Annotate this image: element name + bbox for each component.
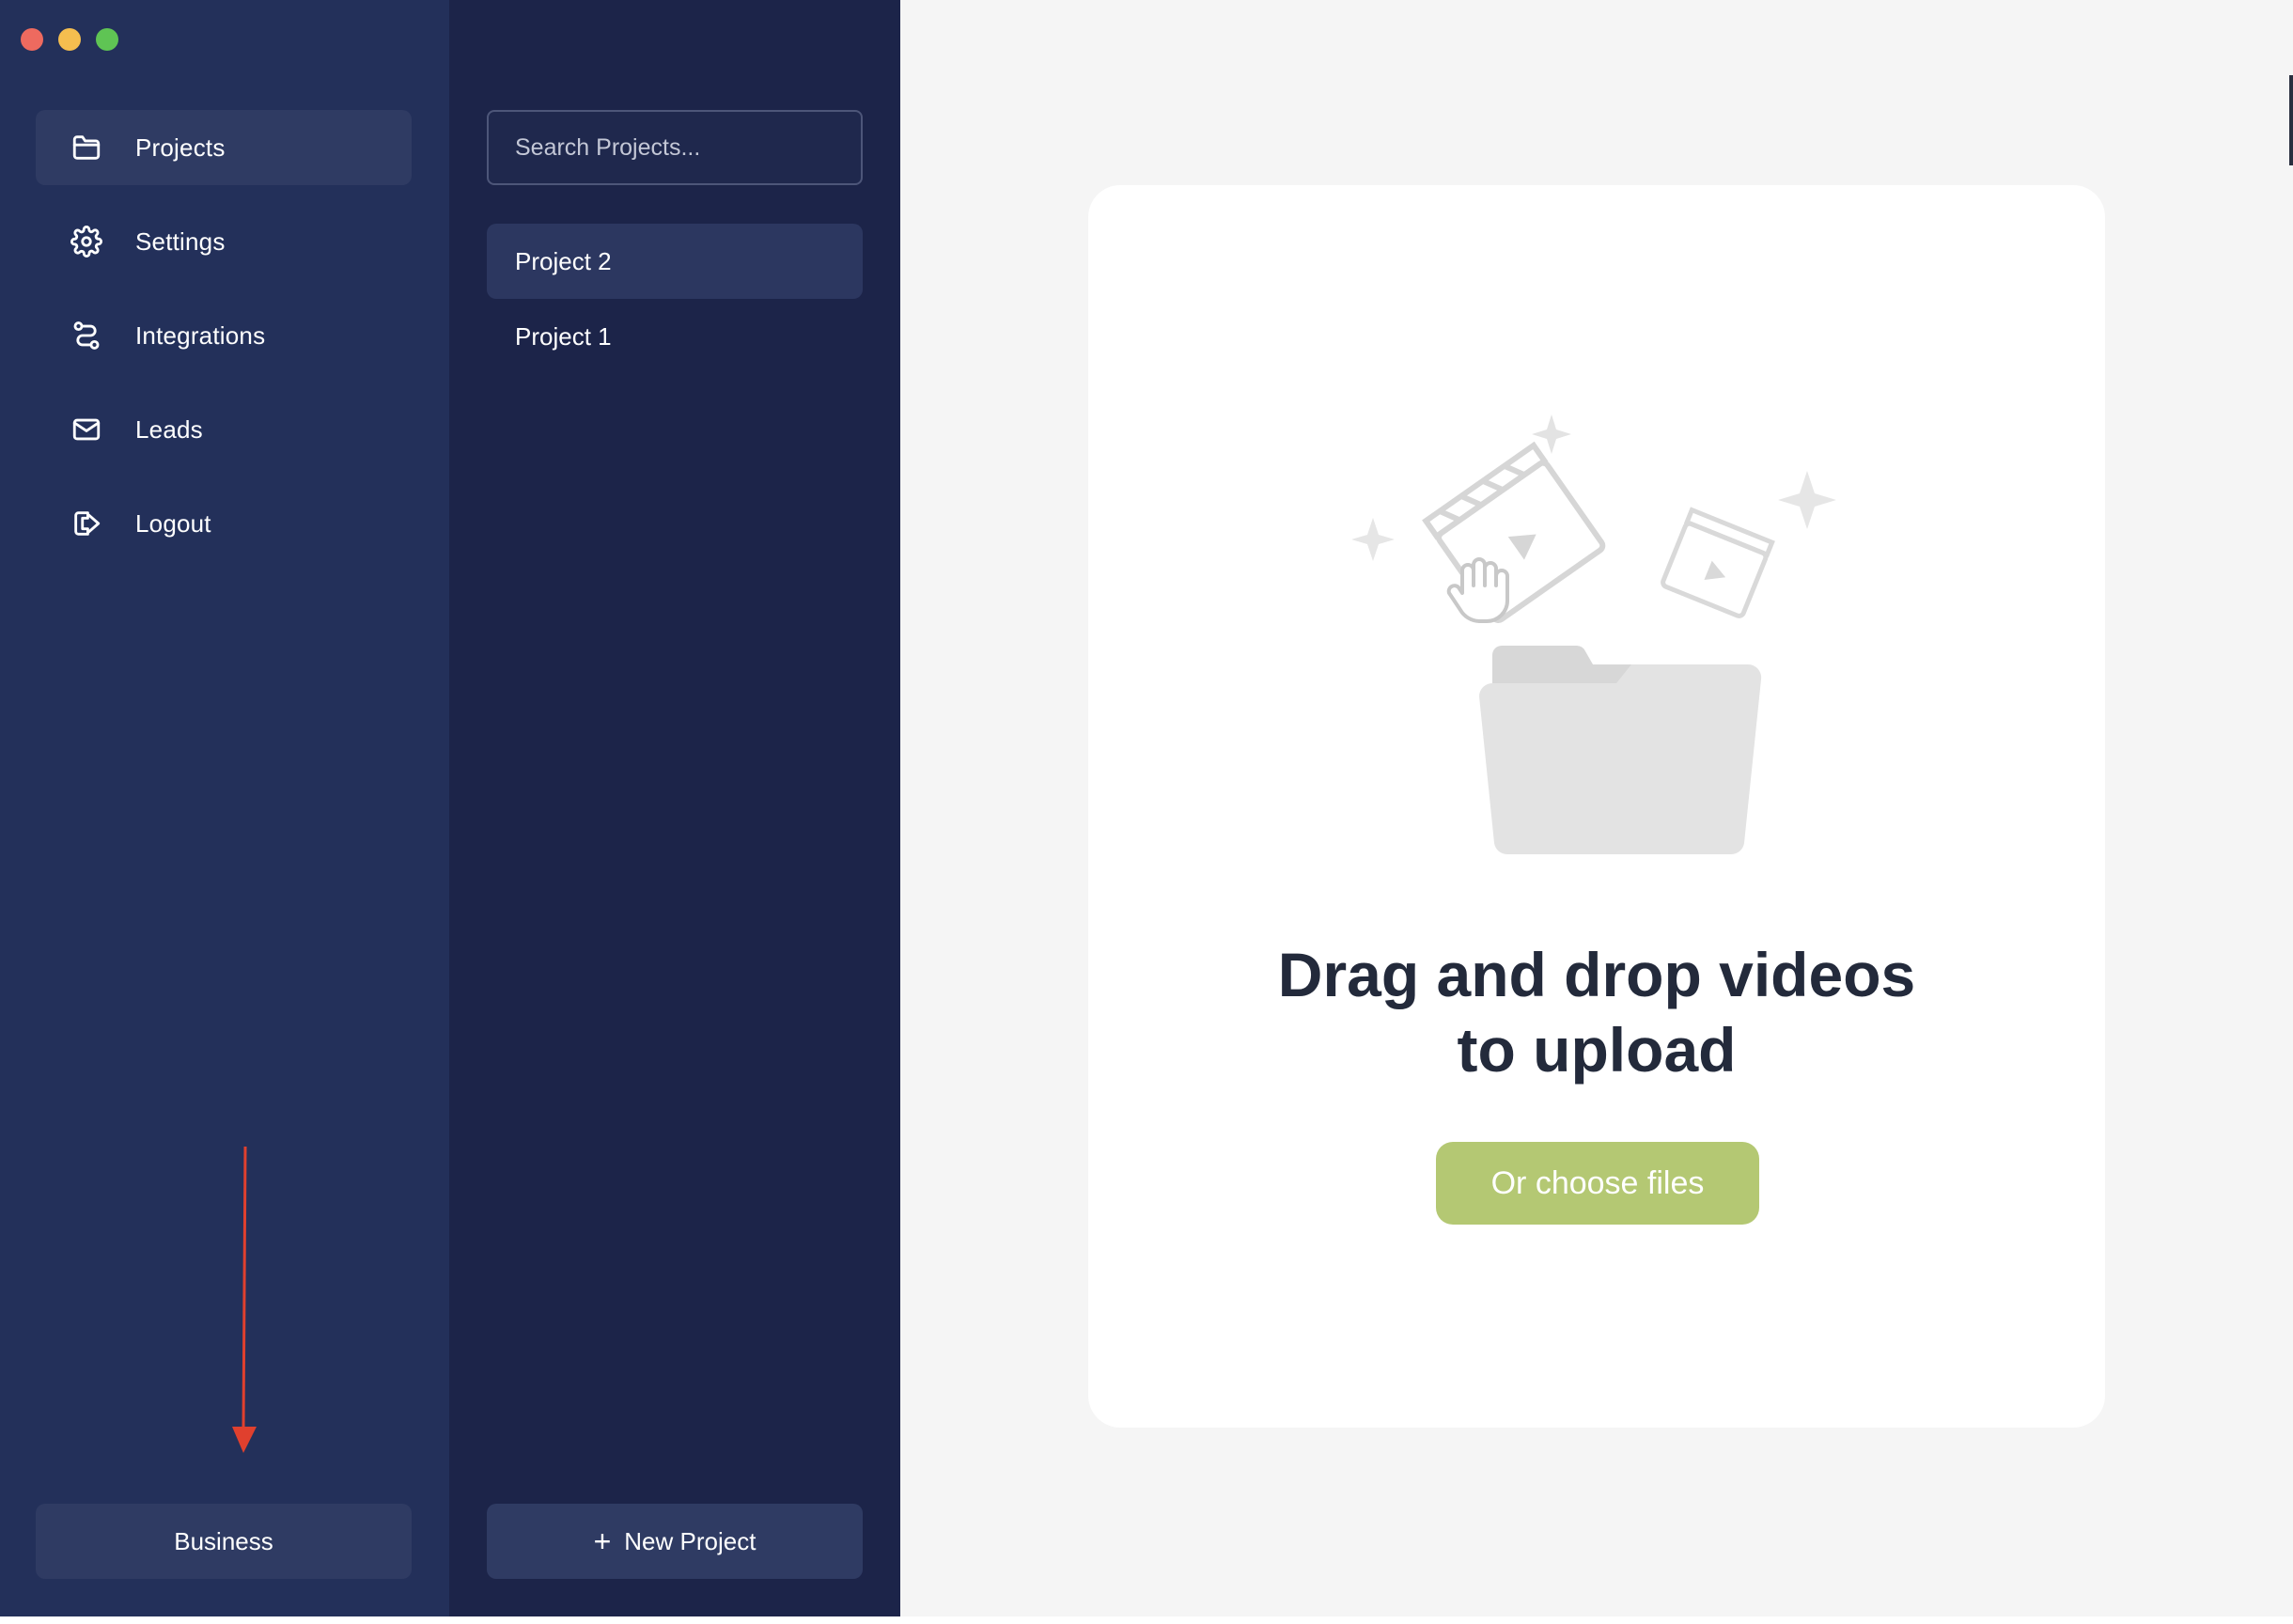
project-item-project-1[interactable]: Project 1 <box>487 299 863 374</box>
choose-files-button[interactable]: Or choose files <box>1436 1142 1759 1225</box>
window-controls <box>21 28 118 51</box>
sidebar-item-settings[interactable]: Settings <box>36 204 412 279</box>
sidebar: Projects Settings Integrations Leads Log… <box>0 0 449 1616</box>
project-item-project-2[interactable]: Project 2 <box>487 224 863 299</box>
route-icon <box>70 319 103 352</box>
upload-headline-line-2: to upload <box>1457 1015 1737 1085</box>
sidebar-item-integrations[interactable]: Integrations <box>36 298 412 373</box>
main-content: Drag and drop videos to upload Or choose… <box>900 0 2293 1616</box>
sidebar-item-leads[interactable]: Leads <box>36 392 412 467</box>
new-project-label: New Project <box>624 1526 757 1555</box>
maximize-window-button[interactable] <box>96 28 118 51</box>
sidebar-item-label: Projects <box>135 133 226 162</box>
sidebar-item-label: Leads <box>135 414 203 444</box>
bottom-strip <box>0 1616 2293 1624</box>
projects-panel: Project 2 Project 1 + New Project <box>449 0 900 1616</box>
project-list: Project 2 Project 1 <box>487 224 863 374</box>
sidebar-item-label: Logout <box>135 508 211 538</box>
new-project-button[interactable]: + New Project <box>487 1504 863 1579</box>
upload-dropzone[interactable]: Drag and drop videos to upload Or choose… <box>1088 185 2105 1428</box>
close-window-button[interactable] <box>21 28 43 51</box>
annotation-arrow-icon <box>232 1147 257 1453</box>
sidebar-item-label: Settings <box>135 226 226 256</box>
upload-headline-line-1: Drag and drop videos <box>1277 940 1916 1009</box>
minimize-window-button[interactable] <box>58 28 81 51</box>
app-window: Projects Settings Integrations Leads Log… <box>0 0 2293 1616</box>
sidebar-item-projects[interactable]: Projects <box>36 110 412 185</box>
sidebar-item-logout[interactable]: Logout <box>36 486 412 561</box>
window-edge-marker <box>2289 75 2293 165</box>
logout-icon <box>70 507 103 540</box>
sidebar-item-label: Integrations <box>135 320 266 350</box>
business-button[interactable]: Business <box>36 1504 412 1579</box>
sidebar-nav: Projects Settings Integrations Leads Log… <box>36 110 412 580</box>
mail-icon <box>70 413 103 446</box>
gear-icon <box>70 225 103 258</box>
upload-headline: Drag and drop videos to upload <box>1088 937 2105 1087</box>
search-projects-input[interactable] <box>487 110 863 185</box>
upload-illustration-icon <box>1351 414 1836 855</box>
plus-icon: + <box>593 1524 612 1558</box>
folder-icon <box>70 131 103 164</box>
